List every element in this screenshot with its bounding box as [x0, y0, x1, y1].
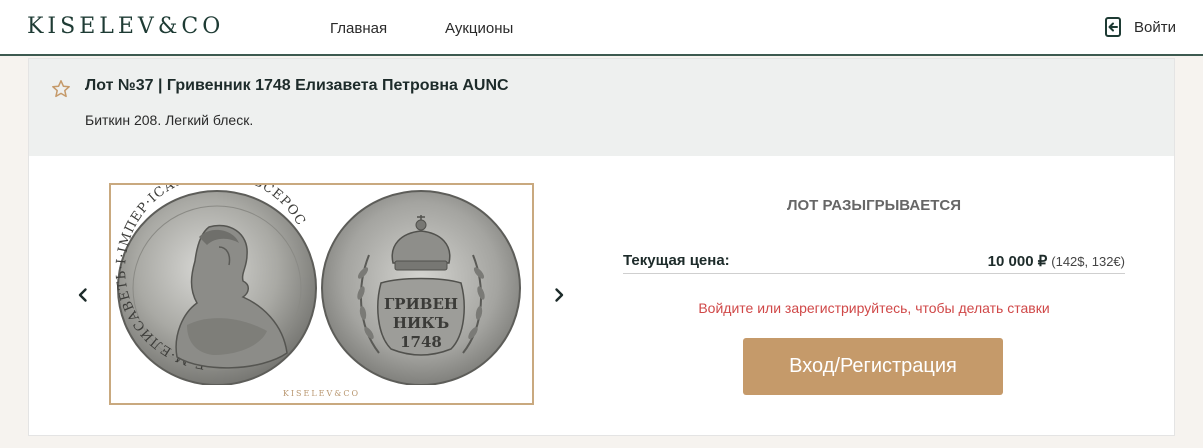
lot-description: Биткин 208. Легкий блеск. [85, 112, 254, 128]
coin-image: Б·М·ЕЛИСАВЕТЬ·I·IMПЕР·IСАМОДЕРЖ·ВСЕРОС [114, 166, 521, 386]
chevron-right-icon [555, 288, 564, 302]
login-link[interactable]: Войти [1104, 16, 1176, 38]
coin-photo[interactable]: Б·М·ЕЛИСАВЕТЬ·I·IMПЕР·IСАМОДЕРЖ·ВСЕРОС [109, 166, 534, 405]
nav-home[interactable]: Главная [330, 20, 387, 37]
nav-auctions[interactable]: Аукционы [445, 20, 513, 37]
price-converted: (142$, 132€) [1051, 254, 1125, 269]
reverse-line-2: НИКЪ [393, 314, 449, 332]
reverse-line-1: ГРИВЕН [384, 295, 458, 313]
login-register-button[interactable]: Вход/Регистрация [743, 338, 1003, 395]
login-notice: Войдите или зарегистрируйтесь, чтобы дел… [698, 300, 1050, 316]
price-value: 10 000 ₽ (142$, 132€) [988, 252, 1125, 270]
gallery-prev-button[interactable] [71, 283, 95, 307]
gallery-next-button[interactable] [547, 283, 571, 307]
coin-reverse: ГРИВЕН НИКЪ 1748 [321, 190, 521, 386]
price-label: Текущая цена: [623, 252, 730, 269]
lot-status: ЛОТ РАЗЫГРЫВАЕТСЯ [786, 197, 962, 214]
site-logo[interactable]: KISELEV&CO [27, 14, 224, 39]
lot-header: Лот №37 | Гривенник 1748 Елизавета Петро… [29, 59, 1174, 156]
chevron-left-icon [78, 288, 87, 302]
site-header: KISELEV&CO Главная Аукционы Войти [0, 0, 1203, 56]
coin-obverse: Б·М·ЕЛИСАВЕТЬ·I·IMПЕР·IСАМОДЕРЖ·ВСЕРОС [114, 166, 317, 386]
login-label: Войти [1134, 18, 1176, 36]
star-outline-icon[interactable] [51, 79, 71, 104]
login-door-icon [1104, 16, 1124, 38]
lot-title: Лот №37 | Гривенник 1748 Елизавета Петро… [85, 77, 509, 94]
reverse-line-3: 1748 [400, 333, 442, 351]
photo-watermark: KISELEV&CO [282, 389, 361, 398]
price-amount: 10 000 ₽ [987, 253, 1048, 270]
lot-card: Лот №37 | Гривенник 1748 Елизавета Петро… [28, 58, 1175, 436]
current-price-row: Текущая цена: 10 000 ₽ (142$, 132€) [623, 249, 1125, 274]
